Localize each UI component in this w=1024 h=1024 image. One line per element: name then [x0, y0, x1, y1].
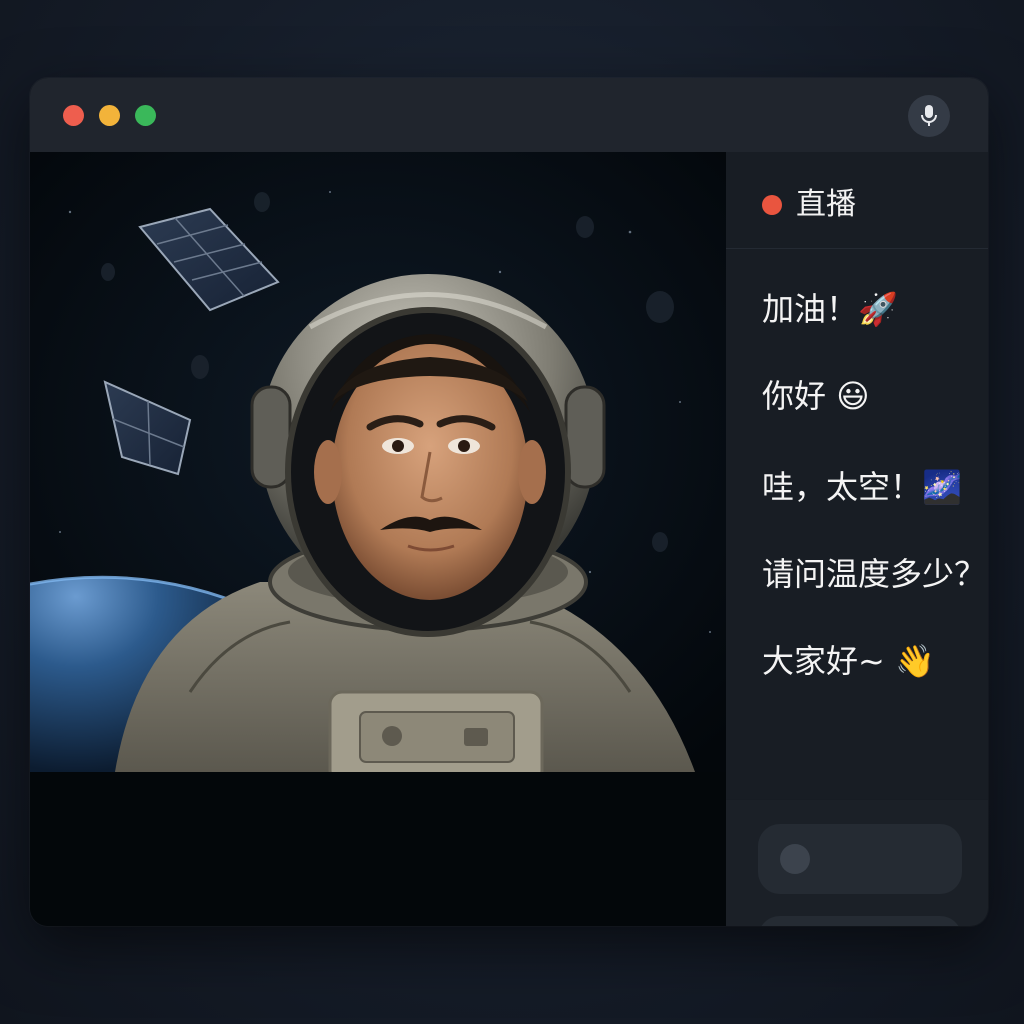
live-chat-panel: 直播 加油！🚀 你好 😃 哇，太空！🌌 请问温度多少？ 大家好~ 👋: [726, 152, 988, 926]
chat-input-area: [726, 800, 988, 926]
app-window: 直播 加油！🚀 你好 😃 哇，太空！🌌 请问温度多少？ 大家好~ 👋: [30, 78, 988, 926]
live-header: 直播: [726, 152, 988, 249]
chat-message: 你好 😃: [762, 376, 870, 416]
maximize-button[interactable]: [135, 105, 156, 126]
chat-message-text: 你好: [762, 377, 827, 415]
chat-message: 请问温度多少？: [762, 554, 986, 594]
avatar: [780, 844, 810, 874]
video-stream[interactable]: [30, 152, 726, 772]
astronaut-video-frame: [30, 152, 726, 772]
video-controls-area: [30, 772, 726, 926]
minimize-button[interactable]: [99, 105, 120, 126]
chat-message-text: 加油！: [762, 290, 859, 328]
chat-message-text: 请问温度多少？: [762, 555, 987, 593]
send-area[interactable]: [758, 916, 962, 926]
comment-input[interactable]: [758, 824, 962, 894]
live-indicator-dot: [762, 195, 782, 215]
wave-icon: 👋: [895, 642, 935, 680]
chat-message: 哇，太空！🌌: [762, 467, 962, 507]
microphone-icon: [921, 105, 937, 126]
galaxy-icon: 🌌: [922, 468, 962, 506]
live-label: 直播: [796, 187, 856, 222]
chat-message-text: 哇，太空！: [762, 468, 923, 506]
chat-message-text: 大家好~: [762, 642, 885, 680]
microphone-button[interactable]: [908, 95, 950, 137]
chat-message: 加油！🚀: [762, 289, 898, 329]
smile-icon: 😃: [836, 377, 870, 415]
close-button[interactable]: [63, 105, 84, 126]
chat-message: 大家好~ 👋: [762, 641, 935, 681]
rocket-icon: 🚀: [858, 290, 898, 328]
chat-messages[interactable]: 加油！🚀 你好 😃 哇，太空！🌌 请问温度多少？ 大家好~ 👋: [726, 249, 988, 799]
title-bar: [30, 78, 988, 153]
